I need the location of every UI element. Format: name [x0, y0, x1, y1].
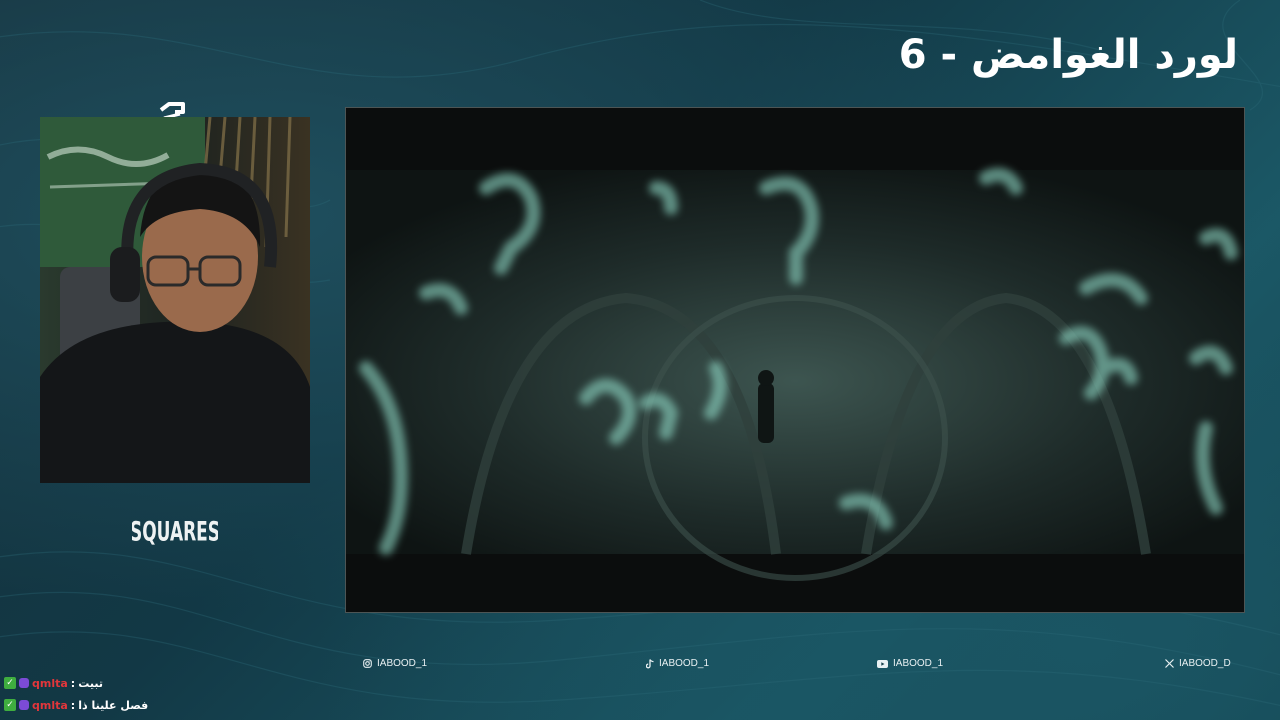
check-icon: ✓ — [4, 677, 16, 689]
chat-separator: : — [70, 676, 76, 690]
tiktok-handle: IABOOD_1 — [659, 658, 710, 669]
brand-wordmark-text: SQUARES — [132, 517, 218, 548]
x-handle: IABOOD_D — [1179, 658, 1231, 669]
frame-corner — [40, 117, 50, 127]
chat-username: qmlta — [32, 698, 68, 712]
chat-message: ✓ qmlta : فصل علينا ذا — [4, 694, 148, 716]
chat-overlay: ✓ qmlta : تبيت ✓ qmlta : فصل علينا ذا — [4, 672, 148, 716]
chat-text: تبيت — [78, 676, 103, 690]
frame-corner — [346, 602, 356, 612]
video-player[interactable] — [345, 107, 1245, 613]
badge-icon — [19, 678, 29, 688]
webcam-image — [40, 117, 310, 483]
social-links-bar: IABOOD_1 IABOOD_1 IABOOD_1 IABOOD_D — [0, 658, 1280, 676]
frame-corner — [300, 473, 310, 483]
social-youtube[interactable]: IABOOD_1 — [877, 658, 943, 669]
youtube-icon — [877, 659, 888, 668]
instagram-icon — [363, 659, 372, 668]
tiktok-icon — [646, 658, 654, 668]
check-icon: ✓ — [4, 699, 16, 711]
frame-corner — [346, 108, 356, 118]
instagram-handle: IABOOD_1 — [377, 658, 428, 669]
frame-corner — [300, 117, 310, 127]
youtube-handle: IABOOD_1 — [893, 658, 944, 669]
badge-icon — [19, 700, 29, 710]
video-frame-image — [346, 108, 1244, 612]
social-x[interactable]: IABOOD_D — [1165, 658, 1231, 669]
frame-corner — [1234, 602, 1244, 612]
episode-title: لورد الغوامض - 6 — [898, 32, 1238, 78]
chat-separator: : — [70, 698, 76, 712]
frame-corner — [1234, 108, 1244, 118]
webcam-feed — [40, 117, 310, 483]
chat-message: ✓ qmlta : تبيت — [4, 672, 148, 694]
chat-username: qmlta — [32, 676, 68, 690]
social-instagram[interactable]: IABOOD_1 — [363, 658, 427, 669]
frame-corner — [40, 473, 50, 483]
squares-wordmark: SQUARES — [132, 517, 218, 548]
social-tiktok[interactable]: IABOOD_1 — [646, 658, 709, 669]
x-icon — [1165, 659, 1174, 668]
chat-text: فصل علينا ذا — [78, 698, 149, 712]
